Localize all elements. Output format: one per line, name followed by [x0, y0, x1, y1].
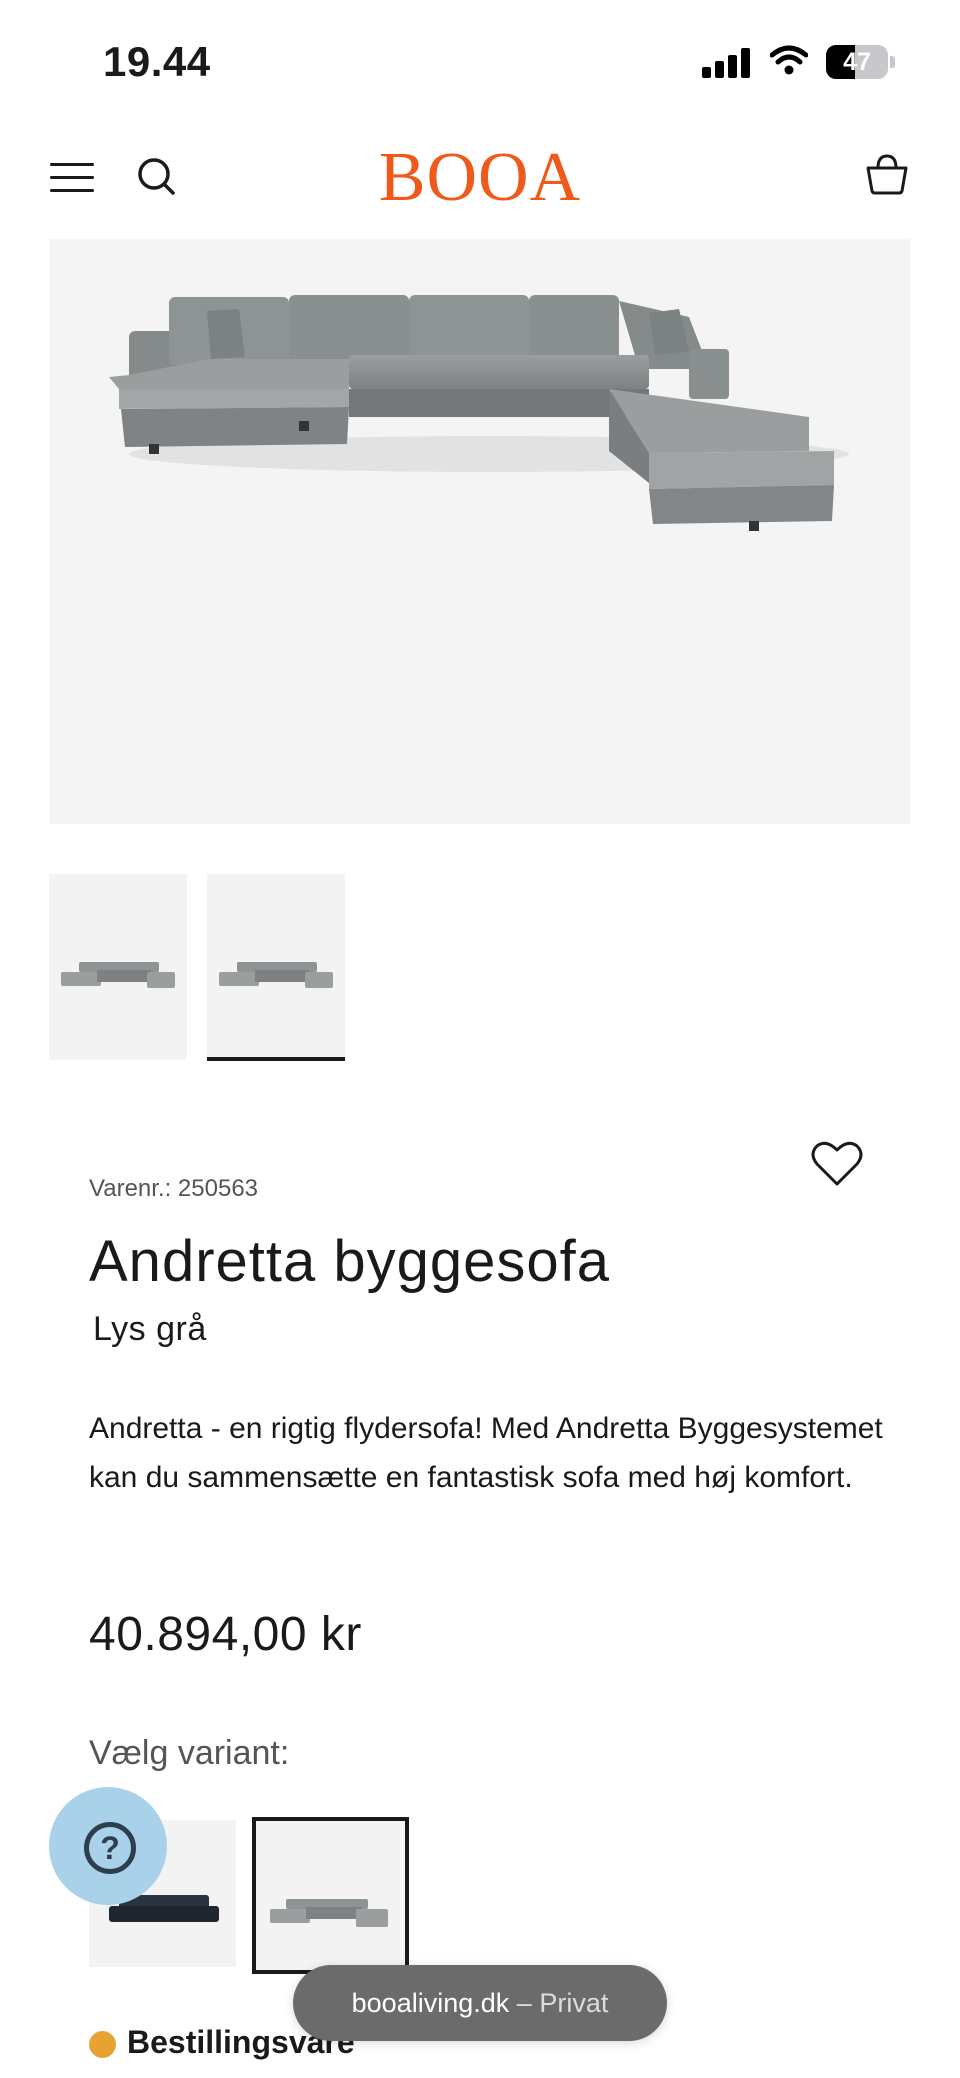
brand-logo[interactable]: BOOA: [340, 138, 620, 218]
browser-separator: –: [516, 1988, 532, 2018]
sofa-illustration: [109, 295, 849, 531]
cart-icon[interactable]: [865, 152, 909, 196]
thumbnail-sofa-image: [219, 962, 333, 988]
search-icon[interactable]: [136, 156, 176, 196]
product-description: Andretta - en rigtig flydersofa! Med And…: [89, 1412, 883, 1494]
browser-domain: booaliving.dk: [351, 1988, 510, 2018]
selected-thumbnail-indicator: [207, 1057, 345, 1061]
menu-icon[interactable]: [50, 163, 94, 193]
question-mark-icon: ?: [84, 1822, 136, 1874]
product-sku: Varenr.: 250563: [89, 1175, 259, 1202]
product-price: 40.894,00 kr: [89, 1608, 362, 1661]
gallery-thumbnail-2[interactable]: [207, 874, 345, 1061]
variant-grey-sofa-image: [270, 1899, 388, 1927]
browser-address-pill[interactable]: booaliving.dk – Privat: [293, 1965, 667, 2041]
battery-icon: 47: [826, 45, 896, 79]
cellular-signal-icon: [702, 48, 752, 78]
thumbnail-sofa-image: [61, 962, 175, 988]
gallery-thumbnail-1[interactable]: [49, 874, 187, 1060]
product-color-subtitle: Lys grå: [93, 1310, 207, 1348]
product-title: Andretta byggesofa: [89, 1229, 611, 1294]
browser-private-mode: Privat: [539, 1988, 609, 2018]
help-button[interactable]: ?: [49, 1787, 167, 1905]
status-time: 19.44: [103, 38, 211, 85]
wifi-icon: [770, 45, 808, 75]
variant-label: Vælg variant:: [89, 1734, 290, 1772]
product-main-image[interactable]: [49, 239, 910, 824]
wishlist-heart-icon[interactable]: [811, 1140, 863, 1188]
variant-option-light-grey[interactable]: [252, 1817, 409, 1974]
availability-dot-icon: [89, 2031, 116, 2058]
battery-level: 47: [843, 48, 871, 76]
